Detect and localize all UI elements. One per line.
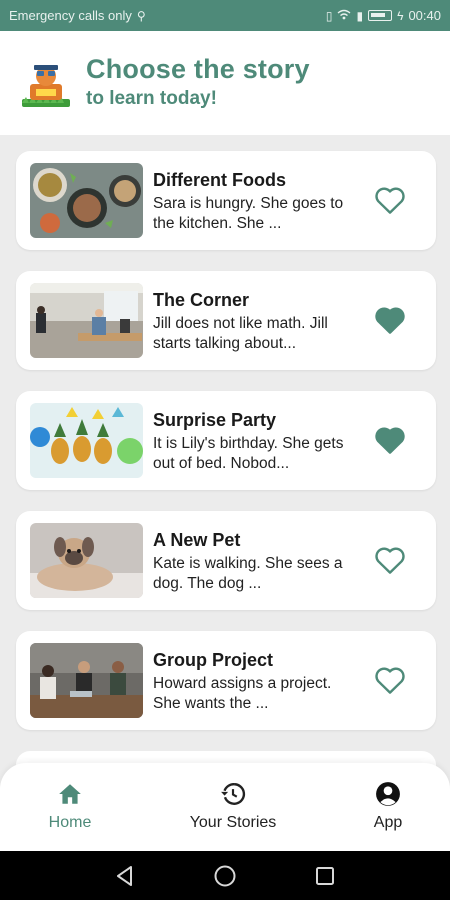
story-title: Different Foods [153, 170, 286, 190]
vibrate-icon: ▯ [325, 8, 333, 23]
nav-app[interactable]: App [328, 781, 448, 832]
story-snippet: Sara is hungry. She goes to the kitchen.… [153, 195, 344, 232]
bottom-navigation: Home Your Stories App [0, 763, 450, 851]
history-icon [221, 783, 246, 805]
favorite-filled-icon[interactable] [374, 305, 406, 335]
back-icon[interactable] [112, 863, 138, 889]
story-card-surprise-party[interactable]: Surprise Party It is Lily's birthday. Sh… [16, 391, 436, 490]
page-title: Choose the story [86, 54, 310, 84]
party-pineapples-photo [30, 403, 143, 478]
story-title: Surprise Party [153, 410, 277, 430]
story-list: Different Foods Sara is hungry. She goes… [16, 151, 436, 751]
story-card-the-corner[interactable]: The Corner Jill does not like math. Jill… [16, 271, 436, 370]
status-bar: Emergency calls only ⚲ ▯ ▮ ϟ 00:40 [0, 0, 450, 31]
home-circle-icon[interactable] [212, 863, 238, 889]
carrier-text: Emergency calls only [9, 8, 132, 23]
nav-home[interactable]: Home [10, 781, 130, 832]
learning-logo-icon [22, 65, 70, 107]
story-snippet: Kate is walking. She sees a dog. The dog… [153, 555, 343, 592]
favorite-outline-icon[interactable] [374, 545, 406, 575]
home-icon [59, 784, 81, 804]
food-bowls-photo [30, 163, 143, 238]
sim-icon: ▮ [356, 8, 364, 23]
story-snippet: Howard assigns a project. She wants the … [153, 675, 332, 712]
story-card-different-foods[interactable]: Different Foods Sara is hungry. She goes… [16, 151, 436, 250]
story-title: The Corner [153, 290, 250, 310]
clock: 00:40 [408, 8, 441, 23]
favorite-filled-icon[interactable] [374, 425, 406, 455]
app-header: Choose the story to learn today! [0, 31, 450, 135]
system-navigation-bar [0, 851, 450, 900]
wifi-icon [337, 9, 351, 22]
battery-icon [368, 10, 393, 21]
account-icon [376, 782, 400, 806]
charging-icon: ϟ [397, 8, 404, 23]
story-card-a-new-pet[interactable]: A New Pet Kate is walking. She sees a do… [16, 511, 436, 610]
favorite-outline-icon[interactable] [374, 665, 406, 695]
dog-photo [30, 523, 143, 598]
favorite-outline-icon[interactable] [374, 185, 406, 215]
story-title: Group Project [153, 650, 274, 670]
nav-your-stories[interactable]: Your Stories [173, 781, 293, 832]
group-meeting-photo [30, 643, 143, 718]
usb-icon: ⚲ [136, 8, 146, 23]
story-title: A New Pet [153, 530, 241, 550]
nav-app-label: App [373, 814, 403, 831]
page-subtitle: to learn today! [86, 88, 217, 109]
story-snippet: It is Lily's birthday. She gets out of b… [153, 435, 344, 472]
recent-apps-icon[interactable] [312, 863, 338, 889]
story-card-group-project[interactable]: Group Project Howard assigns a project. … [16, 631, 436, 730]
story-snippet: Jill does not like math. Jill starts tal… [153, 315, 328, 352]
nav-your-stories-label: Your Stories [189, 814, 277, 831]
classroom-photo [30, 283, 143, 358]
nav-home-label: Home [48, 814, 92, 831]
